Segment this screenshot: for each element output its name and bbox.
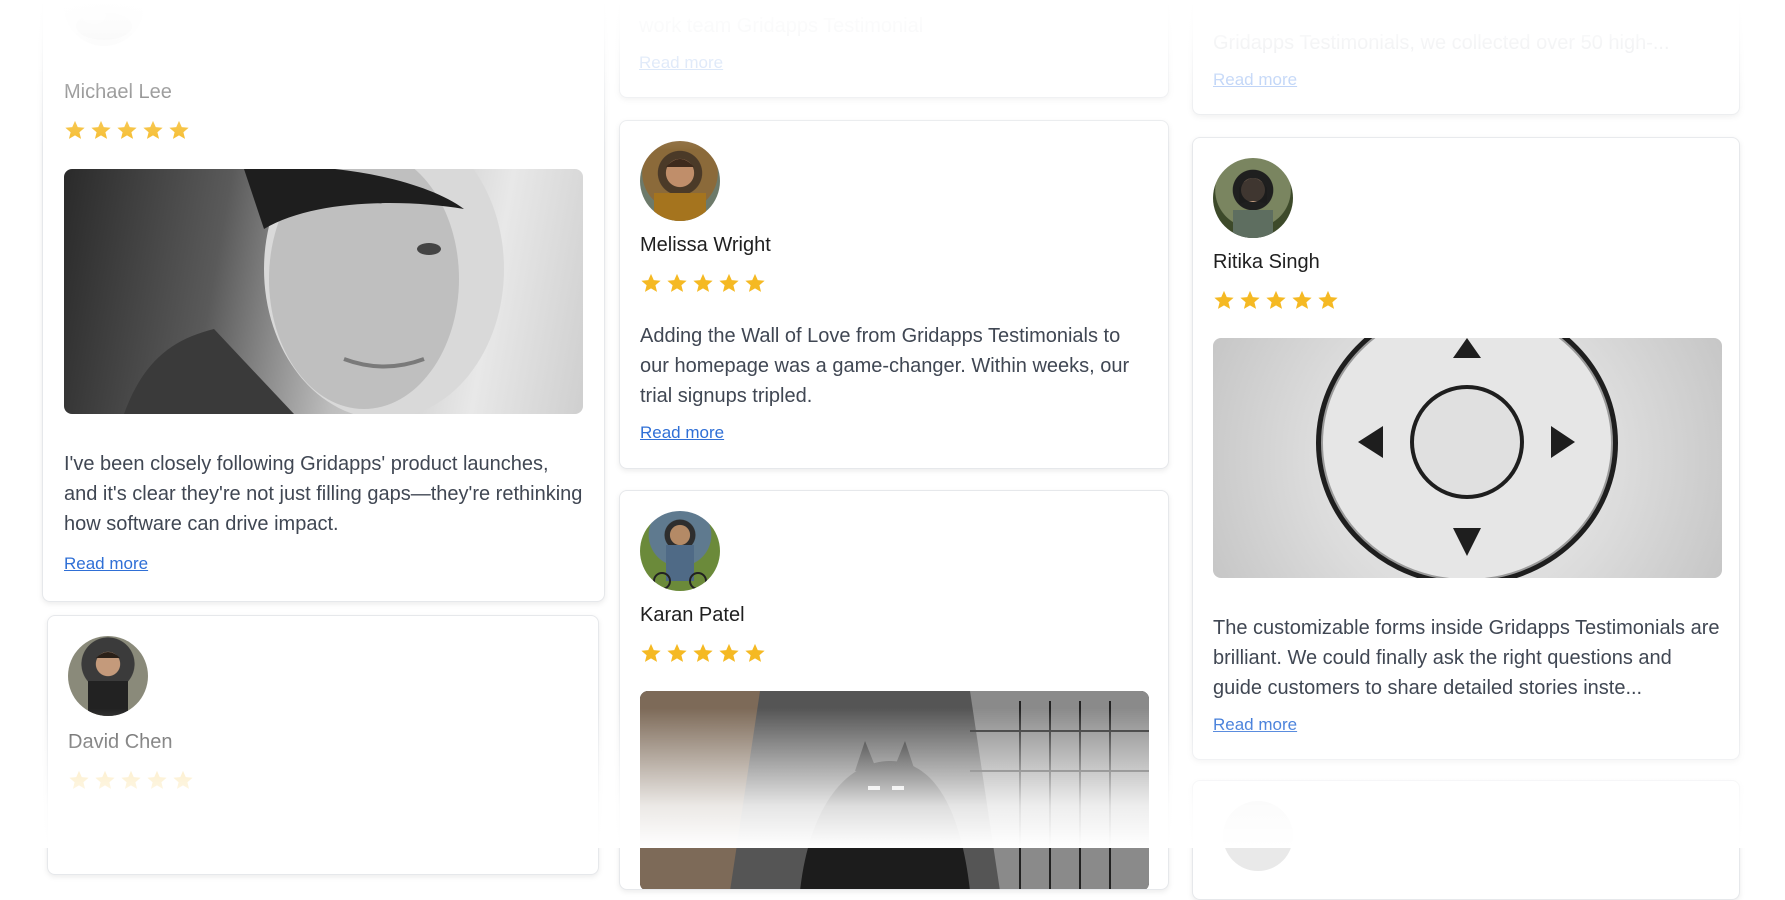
read-more-link[interactable]: Read more — [639, 53, 723, 73]
review-text: work team Gridapps Testimonial — [639, 15, 924, 37]
testimonial-card-top-middle: work team Gridapps Testimonial Read more — [619, 0, 1169, 98]
testimonial-card-partial — [1192, 780, 1740, 900]
star-rating — [68, 769, 194, 791]
reviewer-name: Ritika Singh — [1213, 251, 1320, 273]
testimonial-card-top-right: Gridapps Testimonials, we collected over… — [1192, 0, 1740, 115]
review-text: The customizable forms inside Gridapps T… — [1213, 617, 1720, 699]
read-more-link[interactable]: Read more — [640, 423, 724, 443]
review-image[interactable] — [1213, 338, 1722, 578]
star-icon — [745, 273, 765, 292]
star-icon — [143, 120, 163, 139]
star-icon — [69, 770, 89, 789]
avatar — [1213, 158, 1293, 238]
star-icon — [173, 770, 193, 789]
star-icon — [719, 273, 739, 292]
star-icon — [117, 120, 137, 139]
star-icon — [641, 273, 661, 292]
star-rating — [640, 272, 766, 294]
reviewer-name: Karan Patel — [640, 604, 745, 626]
reviewer-name: Melissa Wright — [640, 234, 771, 256]
star-icon — [745, 643, 765, 662]
comic-illustration-icon — [640, 691, 1149, 889]
avatar — [640, 141, 720, 221]
star-rating — [640, 642, 766, 664]
avatar — [1223, 801, 1293, 871]
star-icon — [169, 120, 189, 139]
portrait-photo-icon — [124, 169, 504, 414]
dpad-controller-image-icon — [1316, 338, 1618, 578]
avatar-photo-icon — [653, 525, 707, 590]
star-icon — [1292, 290, 1312, 309]
reviewer-name: Michael Lee — [64, 81, 172, 103]
review-image[interactable] — [64, 169, 583, 414]
star-icon — [121, 770, 141, 789]
avatar-photo-icon — [654, 159, 706, 221]
star-icon — [65, 120, 85, 139]
testimonial-card-david: David Chen — [47, 615, 599, 875]
star-icon — [147, 770, 167, 789]
avatar-photo-icon — [88, 652, 128, 716]
avatar — [68, 636, 148, 716]
testimonial-card-karan: Karan Patel — [619, 490, 1169, 890]
star-icon — [641, 643, 661, 662]
testimonial-card-melissa: Melissa Wright Adding the Wall of Love f… — [619, 120, 1169, 469]
review-text: I've been closely following Gridapps' pr… — [64, 453, 583, 535]
testimonial-card-ritika: Ritika Singh The customizable forms insi… — [1192, 137, 1740, 760]
star-icon — [1318, 290, 1338, 309]
star-rating — [64, 119, 190, 141]
avatar-photo-icon — [1233, 178, 1273, 238]
avatar — [640, 511, 720, 591]
read-more-link[interactable]: Read more — [1213, 715, 1297, 735]
read-more-link[interactable]: Read more — [64, 554, 148, 574]
star-icon — [719, 643, 739, 662]
star-icon — [1266, 290, 1286, 309]
avatar — [64, 0, 144, 46]
testimonial-card-michael: Michael Lee I've been closely following … — [42, 0, 605, 602]
star-rating — [1213, 289, 1339, 311]
star-icon — [693, 643, 713, 662]
star-icon — [91, 120, 111, 139]
star-icon — [667, 273, 687, 292]
star-icon — [1214, 290, 1234, 309]
star-icon — [1240, 290, 1260, 309]
review-text: Gridapps Testimonials, we collected over… — [1213, 32, 1670, 54]
review-image[interactable] — [640, 691, 1149, 889]
star-icon — [667, 643, 687, 662]
star-icon — [95, 770, 115, 789]
review-text: Adding the Wall of Love from Gridapps Te… — [640, 325, 1130, 407]
star-icon — [693, 273, 713, 292]
read-more-link[interactable]: Read more — [1213, 70, 1297, 90]
avatar-photo-icon — [76, 8, 132, 40]
reviewer-name: David Chen — [68, 731, 173, 753]
